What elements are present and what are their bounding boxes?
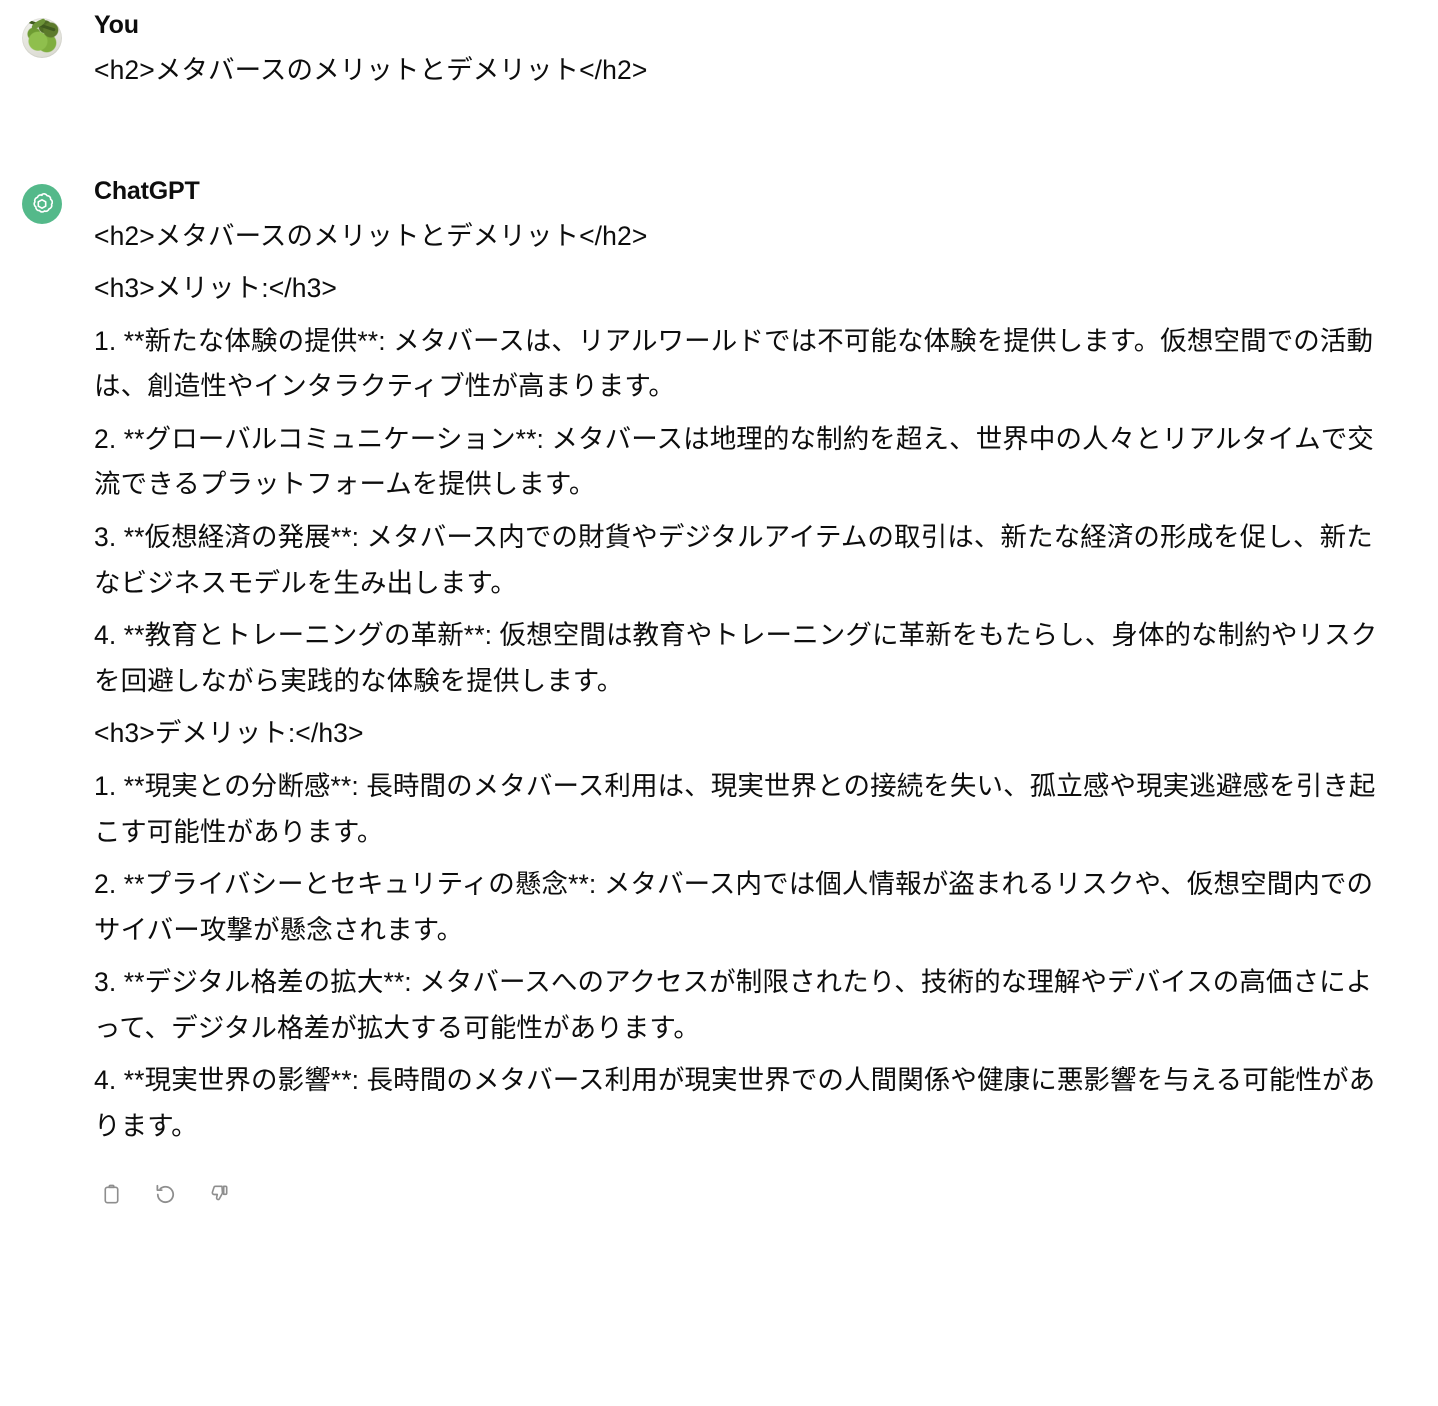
user-message-text: <h2>メタバースのメリットとデメリット</h2> bbox=[94, 55, 648, 85]
openai-logo-icon bbox=[22, 183, 62, 224]
assistant-message: ChatGPT <h2>メタバースのメリットとデメリット</h2> <h3>メリ… bbox=[0, 176, 1438, 1208]
user-message-body: You <h2>メタバースのメリットとデメリット</h2> bbox=[72, 10, 1398, 94]
thumbs-down-icon[interactable] bbox=[206, 1182, 232, 1208]
assistant-paragraph: 3. **仮想経済の発展**: メタバース内での財貨やデジタルアイテムの取引は、… bbox=[94, 522, 1373, 598]
assistant-paragraph: 1. **新たな体験の提供**: メタバースは、リアルワールドでは不可能な体験を… bbox=[94, 325, 1374, 402]
user-message-content: <h2>メタバースのメリットとデメリット</h2> bbox=[94, 48, 1384, 94]
olives-photo-avatar bbox=[22, 18, 62, 58]
assistant-avatar-column bbox=[22, 176, 72, 224]
user-author-name: You bbox=[94, 11, 139, 39]
assistant-message-content: <h2>メタバースのメリットとデメリット</h2> <h3>メリット:</h3>… bbox=[94, 214, 1384, 1150]
assistant-paragraph: 4. **教育とトレーニングの革新**: 仮想空間は教育やトレーニングに革新をも… bbox=[94, 620, 1378, 696]
user-avatar-column bbox=[22, 10, 72, 58]
assistant-author-name: ChatGPT bbox=[94, 176, 200, 205]
assistant-paragraph: <h3>デメリット:</h3> bbox=[94, 718, 364, 749]
regenerate-icon[interactable] bbox=[152, 1182, 178, 1208]
user-message: You <h2>メタバースのメリットとデメリット</h2> bbox=[0, 10, 1438, 94]
assistant-paragraph: 1. **現実との分断感**: 長時間のメタバース利用は、現実世界との接続を失い… bbox=[94, 770, 1376, 847]
assistant-paragraph: 2. **プライバシーとセキュリティの懸念**: メタバース内では個人情報が盗ま… bbox=[94, 869, 1374, 945]
assistant-paragraph: 4. **現実世界の影響**: 長時間のメタバース利用が現実世界での人間関係や健… bbox=[94, 1065, 1376, 1141]
assistant-paragraph: <h2>メタバースのメリットとデメリット</h2> bbox=[94, 220, 648, 251]
conversation-thread: You <h2>メタバースのメリットとデメリット</h2> ChatGPT <h… bbox=[0, 0, 1438, 1208]
assistant-message-body: ChatGPT <h2>メタバースのメリットとデメリット</h2> <h3>メリ… bbox=[72, 176, 1398, 1208]
assistant-paragraph: <h3>メリット:</h3> bbox=[94, 273, 337, 304]
message-action-bar bbox=[94, 1182, 1398, 1208]
copy-icon[interactable] bbox=[98, 1182, 124, 1208]
assistant-paragraph: 3. **デジタル格差の拡大**: メタバースへのアクセスが制限されたり、技術的… bbox=[94, 967, 1373, 1043]
assistant-paragraph: 2. **グローバルコミュニケーション**: メタバースは地理的な制約を超え、世… bbox=[94, 423, 1374, 500]
